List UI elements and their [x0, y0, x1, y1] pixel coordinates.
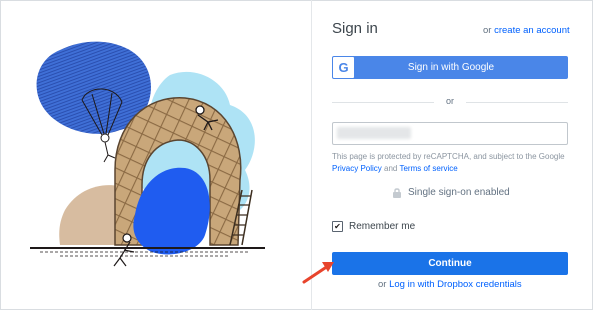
dropbox-login-row: or Log in with Dropbox credentials	[378, 279, 522, 290]
or-divider: or	[332, 96, 568, 108]
create-account-link[interactable]: create an account	[494, 25, 570, 36]
sso-status[interactable]: Single sign-on enabled	[392, 187, 510, 198]
google-g-icon: G	[333, 57, 354, 78]
remember-me-checkbox[interactable]: ✔	[332, 221, 343, 232]
continue-button[interactable]: Continue	[332, 252, 568, 275]
page-title: Sign in	[332, 20, 378, 37]
create-account-row: or create an account	[483, 25, 570, 36]
remember-me-label: Remember me	[349, 221, 416, 232]
or-prefix-2: or	[378, 279, 387, 290]
google-button-label: Sign in with Google	[407, 62, 495, 73]
dropbox-credentials-link[interactable]: Log in with Dropbox credentials	[389, 279, 522, 290]
privacy-policy-link[interactable]: Privacy Policy	[332, 164, 382, 173]
hero-illustration	[30, 41, 265, 267]
redacted-email-value	[337, 127, 411, 139]
or-prefix: or	[483, 25, 492, 36]
and-text: and	[384, 164, 398, 173]
remember-me-row[interactable]: ✔ Remember me	[332, 221, 415, 232]
recaptcha-notice: This page is protected by reCAPTCHA, and…	[332, 151, 570, 175]
recaptcha-text: This page is protected by reCAPTCHA, and…	[332, 152, 565, 161]
annotation-arrow-icon	[302, 262, 334, 284]
lock-icon	[393, 188, 401, 198]
divider-text: or	[445, 96, 454, 106]
divider-line-right	[466, 102, 568, 103]
sso-label: Single sign-on enabled	[408, 187, 510, 198]
google-signin-button[interactable]: G Sign in with Google	[332, 56, 568, 79]
terms-link[interactable]: Terms of service	[399, 164, 457, 173]
